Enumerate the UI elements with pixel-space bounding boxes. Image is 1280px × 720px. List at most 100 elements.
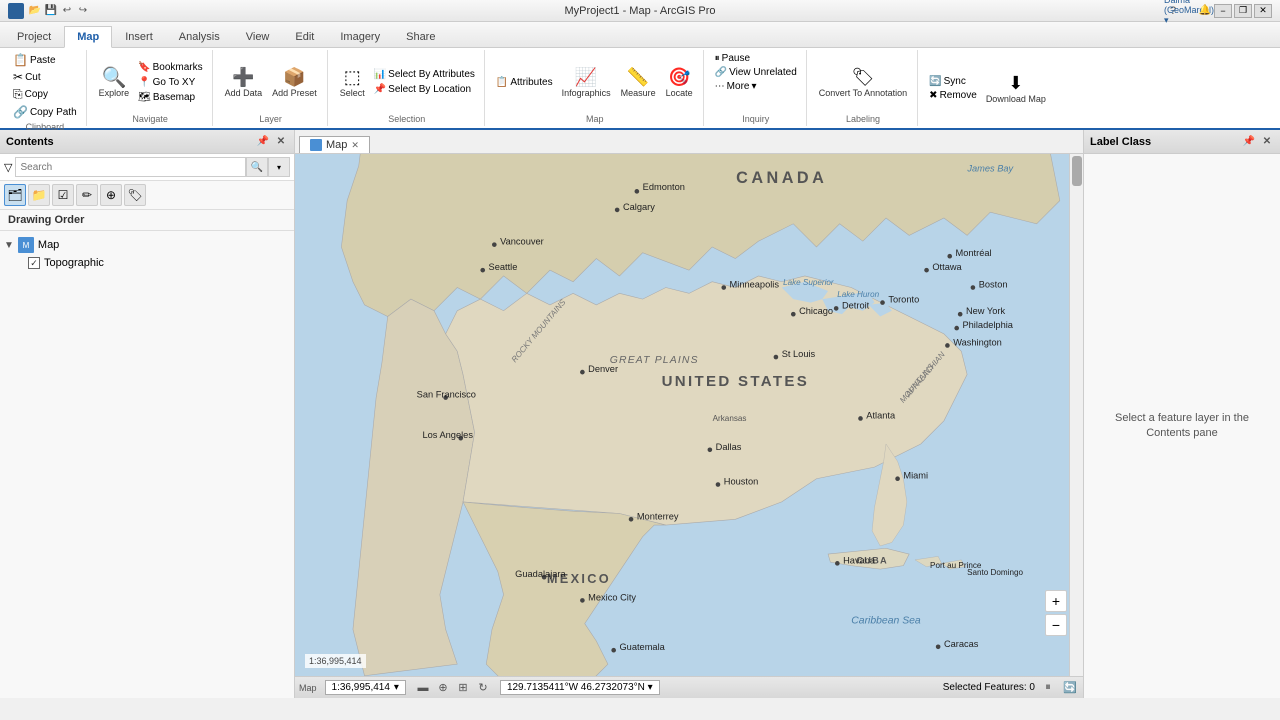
- close-right-panel-button[interactable]: ✕: [1260, 135, 1274, 149]
- search-input[interactable]: [15, 157, 246, 177]
- remove-icon: ✖: [929, 90, 937, 101]
- more-button[interactable]: ⋯ More ▾: [712, 80, 760, 93]
- pause-rendering-button[interactable]: ⏸: [1039, 679, 1057, 697]
- topographic-layer-name[interactable]: Topographic: [44, 257, 104, 269]
- minimize-button[interactable]: −: [1214, 4, 1232, 18]
- main-area: Contents 📌 ✕ ▽ 🔍 ▾ 🗂 📁 ☑ ✏ ⊕ 🏷 Drawing O…: [0, 130, 1280, 698]
- close-button[interactable]: ✕: [1254, 4, 1272, 18]
- map-tab-close[interactable]: ✕: [351, 140, 359, 151]
- grid-toggle[interactable]: ⊞: [454, 679, 472, 697]
- list-by-snapping-button[interactable]: ⊕: [100, 184, 122, 206]
- tab-project[interactable]: Project: [4, 25, 64, 47]
- tab-view[interactable]: View: [233, 25, 283, 47]
- select-by-attributes-button[interactable]: 📊 Select By Attributes: [371, 68, 478, 81]
- convert-annotation-icon: 🏷: [851, 65, 875, 89]
- tab-edit[interactable]: Edit: [282, 25, 327, 47]
- add-data-button[interactable]: ➕ Add Data: [221, 63, 267, 101]
- zoom-out-button[interactable]: −: [1045, 614, 1067, 636]
- convert-to-annotation-button[interactable]: 🏷 Convert To Annotation: [815, 63, 911, 101]
- scale-bar-toggle[interactable]: ▬: [414, 679, 432, 697]
- detroit-label: Detroit: [842, 300, 870, 310]
- user-account[interactable]: Dalma (GeoMarcel) ▾: [1182, 4, 1196, 18]
- map-tab-bar: Map ✕: [295, 130, 1083, 154]
- tab-share[interactable]: Share: [393, 25, 448, 47]
- expand-arrow-map[interactable]: ▼: [4, 240, 14, 251]
- bookmarks-button[interactable]: 🔖 Bookmarks: [135, 61, 205, 74]
- restore-button[interactable]: ❐: [1234, 4, 1252, 18]
- copy-icon: ⎘: [13, 87, 23, 102]
- houston-label: Houston: [724, 477, 759, 487]
- list-by-selection-button[interactable]: ☑: [52, 184, 74, 206]
- chicago-dot: [791, 312, 796, 317]
- tab-analysis[interactable]: Analysis: [166, 25, 233, 47]
- lake-huron-label: Lake Huron: [837, 290, 879, 299]
- quick-access-save[interactable]: 💾: [44, 4, 58, 18]
- map-tab[interactable]: Map ✕: [299, 136, 370, 153]
- select-button[interactable]: ⬚ Select: [336, 63, 369, 101]
- add-preset-icon: 📦: [282, 65, 306, 89]
- scale-box[interactable]: 1:36,995,414 ▾: [325, 680, 406, 695]
- tab-map[interactable]: Map: [64, 26, 112, 48]
- notifications-icon[interactable]: 🔔: [1198, 4, 1212, 18]
- measure-button[interactable]: 📏 Measure: [617, 63, 660, 101]
- list-by-labeling-button[interactable]: 🏷: [124, 184, 146, 206]
- list-by-drawing-order-button[interactable]: 🗂: [4, 184, 26, 206]
- map-name-status: Map: [299, 683, 317, 693]
- map-scrollbar[interactable]: [1069, 154, 1083, 676]
- measure-icon: 📏: [626, 65, 650, 89]
- view-unrelated-button[interactable]: 🔗 View Unrelated: [712, 66, 800, 79]
- remove-button[interactable]: ✖ Remove: [926, 89, 980, 102]
- select-by-location-button[interactable]: 📌 Select By Location: [371, 83, 478, 96]
- copy-button[interactable]: ⎘ Copy: [10, 86, 51, 103]
- add-preset-button[interactable]: 📦 Add Preset: [268, 63, 321, 101]
- list-by-source-button[interactable]: 📁: [28, 184, 50, 206]
- miami-label: Miami: [903, 471, 928, 481]
- rotation-input[interactable]: ↻: [474, 679, 492, 697]
- boston-label: Boston: [979, 280, 1008, 290]
- zoom-in-button[interactable]: +: [1045, 590, 1067, 612]
- refresh-button[interactable]: 🔄: [1061, 679, 1079, 697]
- close-panel-button[interactable]: ✕: [274, 135, 288, 149]
- guadalajara-label: Guadalajara: [515, 569, 566, 579]
- search-bar: ▽ 🔍 ▾: [0, 154, 294, 181]
- pause-icon: ⏸: [715, 53, 720, 64]
- quick-access-open[interactable]: 📂: [28, 4, 42, 18]
- ribbon-group-layer: ➕ Add Data 📦 Add Preset Layer: [215, 50, 328, 126]
- search-button[interactable]: 🔍: [246, 157, 268, 177]
- copy-path-button[interactable]: 🔗 Copy Path: [10, 104, 80, 120]
- paste-button[interactable]: 📋 Paste: [10, 52, 59, 68]
- basemap-button[interactable]: 🗺 Basemap: [135, 91, 205, 104]
- download-map-button[interactable]: ⬇ Download Map: [982, 69, 1050, 107]
- go-to-xy-button[interactable]: 📍 Go To XY: [135, 76, 205, 89]
- attributes-button[interactable]: 📋 Attributes: [493, 76, 556, 89]
- pin-panel-button[interactable]: 📌: [256, 135, 270, 149]
- edmonton-label: Edmonton: [643, 182, 685, 192]
- search-options-button[interactable]: ▾: [268, 157, 290, 177]
- toronto-dot: [880, 300, 885, 305]
- quick-access-redo[interactable]: ↪: [76, 4, 90, 18]
- filter-icon: ▽: [4, 161, 12, 174]
- map-layer-name[interactable]: Map: [38, 239, 59, 251]
- locate-button[interactable]: 🎯 Locate: [662, 63, 697, 101]
- label-class-title: Label Class: [1090, 136, 1151, 148]
- havana-dot: [835, 561, 840, 566]
- tab-imagery[interactable]: Imagery: [327, 25, 393, 47]
- sync-icon: 🔄: [929, 76, 941, 87]
- north-arrow-toggle[interactable]: ⊕: [434, 679, 452, 697]
- caracas-label: Caracas: [944, 639, 979, 649]
- map-view[interactable]: ROCKY MOUNTAINS APPALACHIAN MOUNTAINS CA…: [295, 154, 1083, 676]
- cut-button[interactable]: ✂ Cut: [10, 69, 44, 85]
- map-scrollbar-thumb[interactable]: [1072, 156, 1082, 186]
- pause-button[interactable]: ⏸ Pause: [712, 52, 753, 65]
- list-by-editing-button[interactable]: ✏: [76, 184, 98, 206]
- topographic-checkbox[interactable]: ✓: [28, 257, 40, 269]
- toolbar-row: 🗂 📁 ☑ ✏ ⊕ 🏷: [0, 181, 294, 210]
- quick-access-undo[interactable]: ↩: [60, 4, 74, 18]
- pin-right-panel-button[interactable]: 📌: [1242, 135, 1256, 149]
- boston-dot: [971, 285, 976, 290]
- infographics-button[interactable]: 📈 Infographics: [558, 63, 615, 101]
- explore-button[interactable]: 🔍 Explore: [95, 63, 134, 101]
- bookmarks-icon: 🔖: [138, 62, 150, 73]
- tab-insert[interactable]: Insert: [112, 25, 166, 47]
- sync-button[interactable]: 🔄 Sync: [926, 75, 980, 88]
